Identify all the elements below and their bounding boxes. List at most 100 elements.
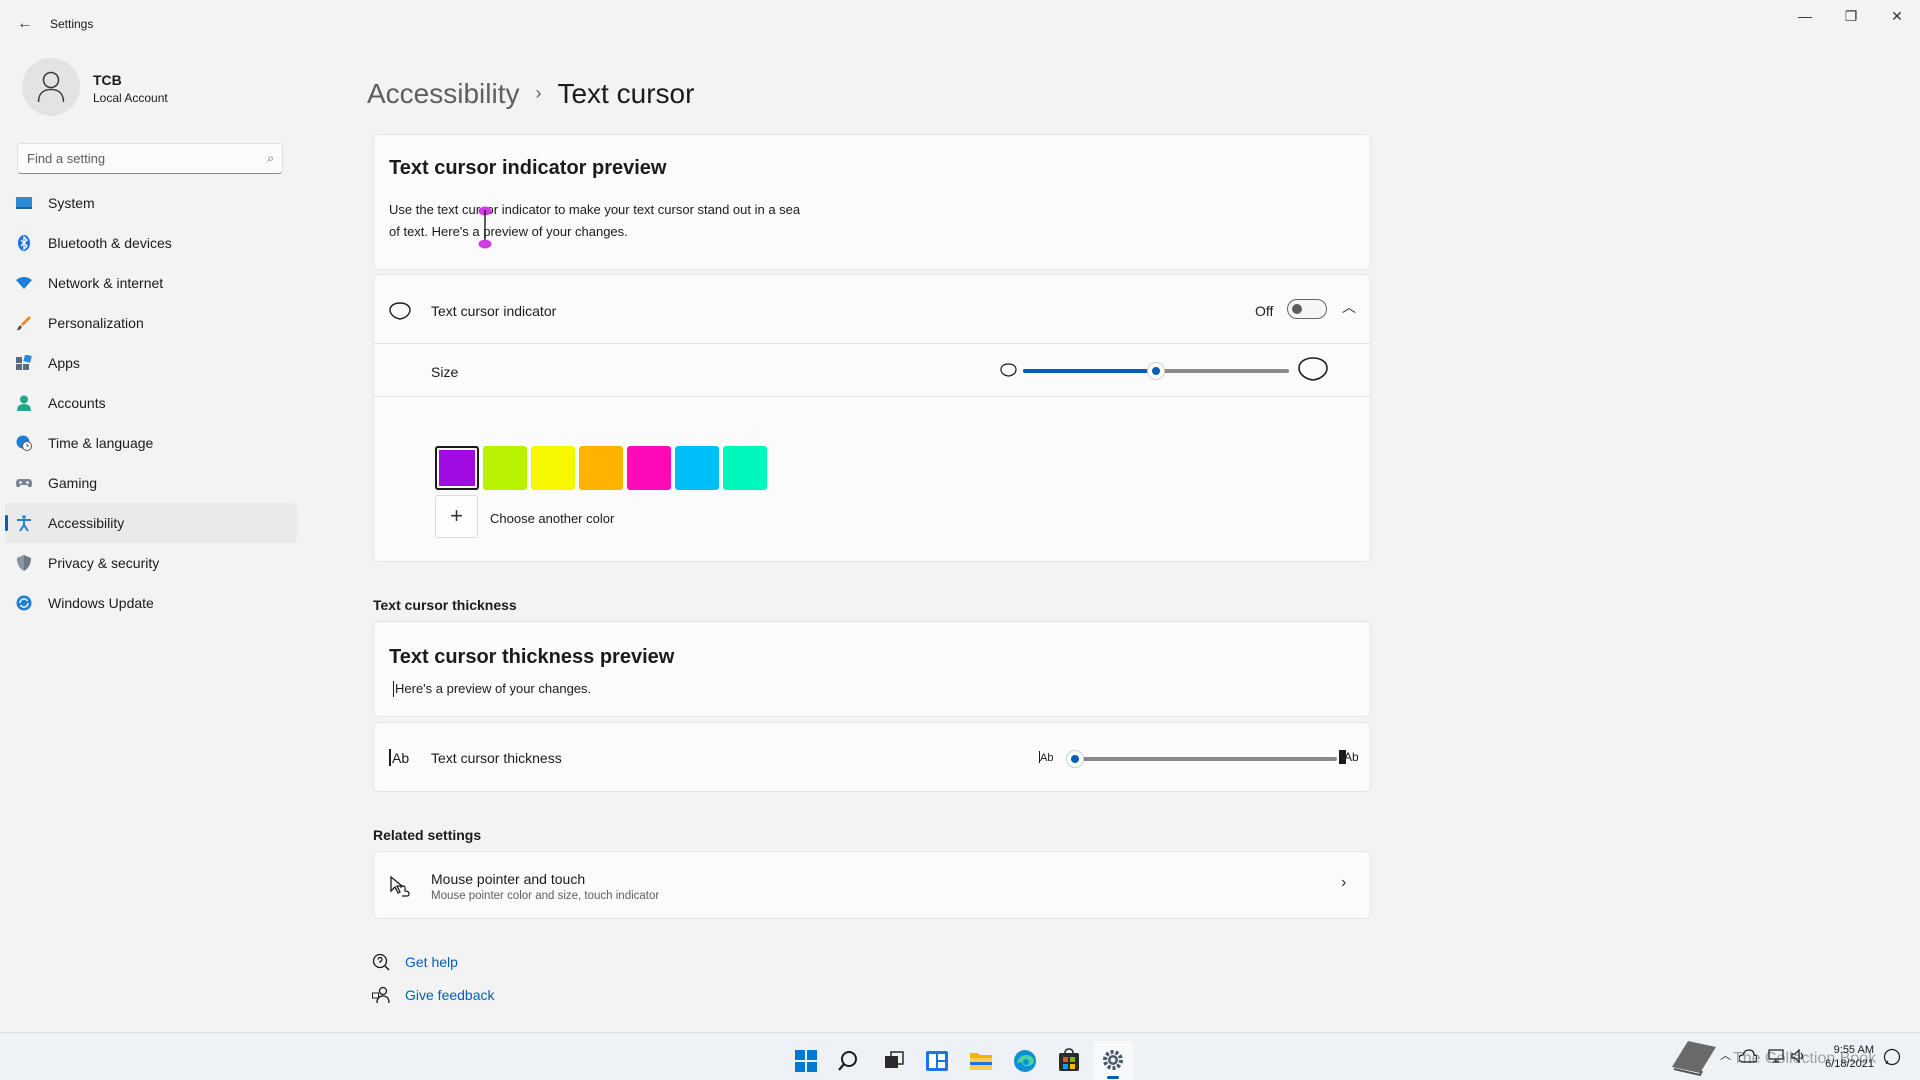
thickness-section-heading: Text cursor thickness [373,597,517,613]
accessibility-icon [17,515,31,531]
sidebar-item-privacy-security[interactable]: Privacy & security [5,543,297,583]
related-item-title: Mouse pointer and touch [431,871,586,887]
sidebar-item-accessibility[interactable]: Accessibility [5,503,297,543]
task-view-icon[interactable] [873,1041,913,1080]
brush-icon [17,316,31,331]
sidebar-item-label: Windows Update [48,595,154,611]
sidebar-nav: System Bluetooth & devices Network & int… [5,183,297,623]
sidebar-item-accounts[interactable]: Accounts [5,383,297,423]
close-button[interactable]: ✕ [1874,0,1920,32]
back-arrow-icon[interactable]: ← [14,14,36,34]
book-watermark-icon [1672,1041,1716,1077]
color-swatch-mint[interactable] [723,446,767,490]
title-bar: ← Settings — ❐ ✕ [0,0,1920,48]
sidebar-item-label: Personalization [48,315,144,331]
sidebar-item-personalization[interactable]: Personalization [5,303,297,343]
add-color-button[interactable]: + [435,495,478,538]
user-profile[interactable]: TCB Local Account [22,58,292,118]
store-icon[interactable] [1049,1041,1089,1080]
sidebar-item-apps[interactable]: Apps [5,343,297,383]
edge-icon[interactable] [1005,1041,1045,1080]
system-clock[interactable]: 9:55 AM 6/18/2021 [1822,1043,1874,1071]
color-swatch-yellow[interactable] [531,446,575,490]
feedback-icon [372,986,390,1004]
thickness-preview-title: Text cursor thickness preview [389,646,675,668]
color-swatch-orange[interactable] [579,446,623,490]
thickness-slider-thumb[interactable] [1066,750,1084,768]
color-swatch-cyan[interactable] [675,446,719,490]
sidebar-item-time-language[interactable]: Time & language [5,423,297,463]
gamepad-icon [16,479,32,488]
choose-color-label[interactable]: Choose another color [490,511,614,526]
apps-icon [16,355,32,370]
thickness-preview-text: Here's a preview of your changes. [395,681,592,696]
sidebar-item-label: Privacy & security [48,555,160,571]
sidebar-item-label: Gaming [48,475,98,491]
network-icon[interactable] [1768,1049,1784,1063]
person-icon [37,71,65,103]
indicator-preview-text: Use the text cursor indicator to make yo… [389,199,800,243]
indicator-row-label: Text cursor indicator [431,303,557,319]
profile-account-type: Local Account [93,91,168,105]
mouse-pointer-touch-icon [390,875,410,897]
globe-clock-icon [16,435,32,451]
breadcrumb: Accessibility › Text cursor [367,78,694,110]
indicator-preview-card: Text cursor indicator preview Use the te… [373,134,1371,270]
thickness-settings-card: Ab Text cursor thickness Ab Ab [373,722,1371,792]
notification-icon[interactable] [1883,1048,1901,1066]
chevron-up-icon[interactable]: ︿ [1339,297,1359,319]
color-swatch-purple[interactable] [435,446,479,490]
settings-icon[interactable] [1093,1041,1133,1080]
indicator-preview-line: of text. Here's a preview of your change… [389,224,628,239]
profile-name: TCB [93,72,122,88]
search-input[interactable] [18,144,248,173]
related-settings-heading: Related settings [373,827,482,843]
sidebar-item-label: Apps [48,355,80,371]
shield-icon [17,555,31,571]
search-icon[interactable]: ⌕ [267,151,274,166]
wifi-icon [16,277,32,289]
sidebar-item-system[interactable]: System [5,183,297,223]
indicator-preview-line: Use the text cursor indicator to make yo… [389,202,801,217]
sidebar-item-label: Network & internet [48,275,164,291]
divider [374,396,1370,397]
avatar [22,58,80,116]
search-icon[interactable] [830,1041,870,1080]
sidebar-item-bluetooth[interactable]: Bluetooth & devices [5,223,297,263]
restore-button[interactable]: ❐ [1828,0,1874,32]
help-icon [372,953,390,971]
thickness-slider-track[interactable] [1072,757,1337,761]
indicator-toggle[interactable] [1287,299,1327,319]
search-box[interactable]: ⌕ [17,143,283,174]
color-swatch-lime[interactable] [483,446,527,490]
update-icon [16,595,32,611]
volume-icon[interactable] [1791,1049,1807,1063]
chevron-right-icon: › [1341,874,1347,891]
large-indicator-icon [1298,357,1328,381]
file-explorer-icon[interactable] [961,1041,1001,1080]
cursor-indicator-icon [389,302,411,320]
give-feedback-label[interactable]: Give feedback [405,987,495,1003]
sidebar-item-gaming[interactable]: Gaming [5,463,297,503]
sidebar-item-network[interactable]: Network & internet [5,263,297,303]
get-help-label[interactable]: Get help [405,954,458,970]
breadcrumb-separator-icon: › [535,83,542,103]
sidebar-item-windows-update[interactable]: Windows Update [5,583,297,623]
small-indicator-icon [1000,363,1017,377]
sidebar-item-label: Bluetooth & devices [48,235,172,251]
app-title: Settings [50,17,94,31]
size-row-label: Size [431,364,459,380]
breadcrumb-parent[interactable]: Accessibility [367,78,519,109]
sidebar-item-label: System [48,195,95,211]
page-title: Text cursor [557,78,695,109]
chevron-up-icon[interactable]: ︿ [1720,1047,1731,1063]
text-cursor-indicator-icon [478,206,492,249]
start-icon[interactable] [786,1041,826,1080]
size-slider-thumb[interactable] [1147,362,1165,380]
minimize-button[interactable]: — [1782,0,1828,32]
indicator-settings-card: Text cursor indicator Off ︿ Size + Choos… [373,274,1371,562]
color-swatch-pink[interactable] [627,446,671,490]
cloud-icon[interactable] [1739,1049,1757,1063]
widgets-icon[interactable] [917,1041,957,1080]
related-mouse-pointer-card[interactable]: Mouse pointer and touch Mouse pointer co… [373,851,1371,919]
